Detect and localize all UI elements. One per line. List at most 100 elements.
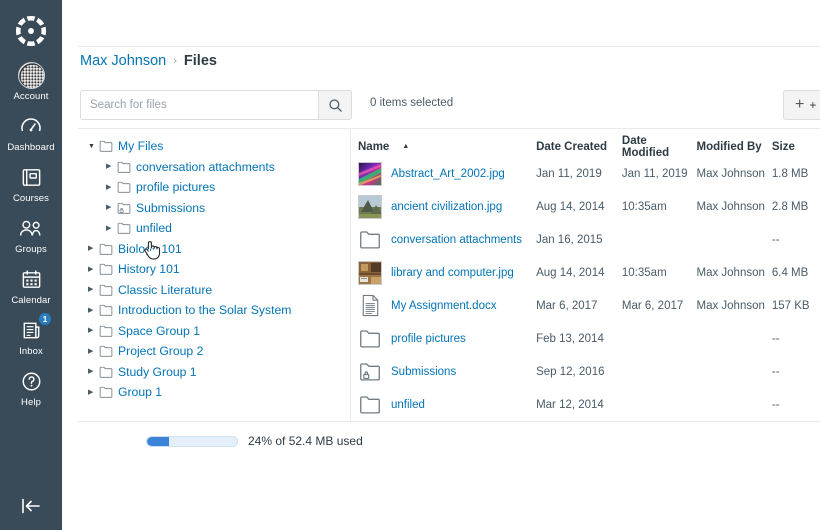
chevron-right-icon[interactable]: ▶ (88, 266, 99, 273)
tree-table-divider (350, 129, 351, 421)
folder-icon (99, 263, 113, 275)
table-row[interactable]: My Assignment.docx Mar 6, 2017 Mar 6, 2017… (358, 289, 820, 322)
canvas-logo-icon[interactable] (10, 10, 52, 52)
folder-icon (99, 304, 113, 316)
selected-items-count: 0 items selected (370, 97, 454, 109)
file-name-link[interactable]: unfiled (391, 399, 425, 411)
column-header-date-modified[interactable]: Date Modified (622, 135, 697, 159)
tree-item[interactable]: ▶ History 101 (78, 259, 348, 280)
cell-size: 1.8 MB (771, 167, 809, 180)
file-name-link[interactable]: Submissions (391, 366, 456, 378)
nav-item-account[interactable]: Account (0, 52, 62, 103)
table-header-row: Name ▲ Date Created Date Modified Modifi… (358, 135, 820, 159)
chevron-right-icon[interactable]: ▶ (88, 286, 99, 293)
image-thumb-library (358, 260, 382, 285)
folder-icon (117, 222, 131, 234)
table-row[interactable]: library and computer.jpg Aug 14, 2014 10:3… (358, 256, 820, 289)
column-header-modified-by[interactable]: Modified By (696, 141, 771, 153)
cell-size: 157 KB (771, 299, 810, 312)
file-name-link[interactable]: conversation attachments (391, 234, 522, 246)
tree-item[interactable]: ▶ Project Group 2 (78, 341, 348, 362)
file-name-link[interactable]: My Assignment.docx (391, 300, 496, 312)
tree-item-label: My Files (118, 139, 164, 154)
collapse-nav-icon[interactable] (0, 496, 62, 516)
cell-name: library and computer.jpg (358, 260, 536, 285)
tree-item[interactable]: ▶ conversation attachments (78, 157, 348, 178)
nav-item-courses[interactable]: Courses (0, 154, 62, 205)
table-row[interactable]: Submissions Sep 12, 2016 -- (358, 355, 820, 388)
chevron-right-icon[interactable]: ▶ (106, 163, 117, 170)
cell-modified-by: Max Johnson (696, 200, 765, 213)
folder-icon (99, 284, 113, 296)
search-button[interactable] (318, 90, 352, 120)
image-thumb-mountain (358, 194, 382, 219)
folder-locked-icon (117, 202, 131, 214)
cell-modified-by: Max Johnson (696, 266, 765, 279)
breadcrumb-separator-icon: › (173, 55, 177, 67)
file-name-link[interactable]: ancient civilization.jpg (391, 201, 502, 213)
nav-item-groups[interactable]: Groups (0, 205, 62, 256)
chevron-right-icon[interactable]: ▶ (88, 368, 99, 375)
tree-item[interactable]: ▼ My Files (78, 136, 348, 157)
tree-item-label: Group 1 (118, 385, 163, 400)
chevron-right-icon[interactable]: ▶ (106, 184, 117, 191)
chevron-right-icon[interactable]: ▶ (106, 204, 117, 211)
nav-item-calendar[interactable]: Calendar (0, 256, 62, 307)
column-header-size[interactable]: Size (772, 141, 820, 153)
tree-item-label: Project Group 2 (118, 344, 204, 359)
cell-date-modified: 10:35am (621, 266, 667, 279)
tree-item[interactable]: ▶ Study Group 1 (78, 362, 348, 383)
tree-item-label: conversation attachments (136, 159, 275, 174)
tree-item[interactable]: ▶ profile pictures (78, 177, 348, 198)
plus-icon: + (795, 96, 805, 113)
cell-date-created: Jan 11, 2019 (536, 167, 602, 180)
table-row[interactable]: ancient civilization.jpg Aug 14, 2014 10:3… (358, 190, 820, 223)
file-name-link[interactable]: library and computer.jpg (391, 267, 514, 279)
tree-item[interactable]: ▶ Classic Literature (78, 280, 348, 301)
cell-date-created: Sep 12, 2016 (536, 365, 605, 378)
folder-icon (99, 243, 113, 255)
file-name-link[interactable]: Abstract_Art_2002.jpg (391, 168, 505, 180)
chevron-right-icon[interactable]: ▶ (88, 307, 99, 314)
table-row[interactable]: conversation attachments Jan 16, 2015 -- (358, 223, 820, 256)
tree-item[interactable]: ▶ unfiled (78, 218, 348, 239)
nav-item-label: Courses (12, 193, 50, 204)
table-row[interactable]: unfiled Mar 12, 2014 -- (358, 388, 820, 421)
storage-quota-label: 24% of 52.4 MB used (248, 434, 363, 448)
nav-item-help[interactable]: Help (0, 358, 62, 409)
folder-locked-icon (358, 359, 382, 385)
chevron-right-icon[interactable]: ▶ (88, 348, 99, 355)
breadcrumb-root-link[interactable]: Max Johnson (80, 53, 166, 69)
nav-item-dashboard[interactable]: Dashboard (0, 103, 62, 154)
chevron-right-icon[interactable]: ▶ (106, 225, 117, 232)
table-row[interactable]: Abstract_Art_2002.jpg Jan 11, 2019 Jan 11,… (358, 157, 820, 190)
folder-icon (99, 140, 113, 152)
files-table: Name ▲ Date Created Date Modified Modifi… (358, 135, 820, 421)
canvas-files-page: Account Dashboard Courses Groups Calenda… (0, 0, 820, 530)
chevron-right-icon[interactable]: ▶ (88, 245, 99, 252)
file-name-link[interactable]: profile pictures (391, 333, 466, 345)
search-input[interactable] (80, 90, 318, 120)
global-navigation: Account Dashboard Courses Groups Calenda… (0, 0, 62, 530)
tree-item[interactable]: ▶ Submissions (78, 198, 348, 219)
nav-item-inbox[interactable]: 1 Inbox (0, 307, 62, 358)
folder-icon (358, 392, 382, 418)
files-toolbar: 0 items selected + + Fol (80, 90, 820, 120)
folder-icon (358, 326, 382, 352)
tree-item[interactable]: ▶ Introduction to the Solar System (78, 300, 348, 321)
chevron-right-icon[interactable]: ▶ (88, 389, 99, 396)
chevron-down-icon[interactable]: ▼ (88, 143, 99, 150)
tree-item[interactable]: ▶ Group 1 (78, 382, 348, 403)
add-folder-button[interactable]: + + Fol (783, 90, 820, 120)
inbox-icon: 1 (17, 312, 52, 344)
tree-item[interactable]: ▶ Space Group 1 (78, 321, 348, 342)
page-title: Files (183, 53, 217, 69)
chevron-right-icon[interactable]: ▶ (88, 327, 99, 334)
groups-icon (17, 214, 45, 242)
inbox-unread-badge: 1 (38, 312, 52, 326)
column-header-date-created[interactable]: Date Created (536, 141, 622, 153)
column-header-name[interactable]: Name ▲ (358, 141, 536, 153)
table-row[interactable]: profile pictures Feb 13, 2014 -- (358, 322, 820, 355)
cell-date-created: Mar 12, 2014 (536, 398, 604, 411)
tree-item[interactable]: ▶ Biology 101 (78, 239, 348, 260)
